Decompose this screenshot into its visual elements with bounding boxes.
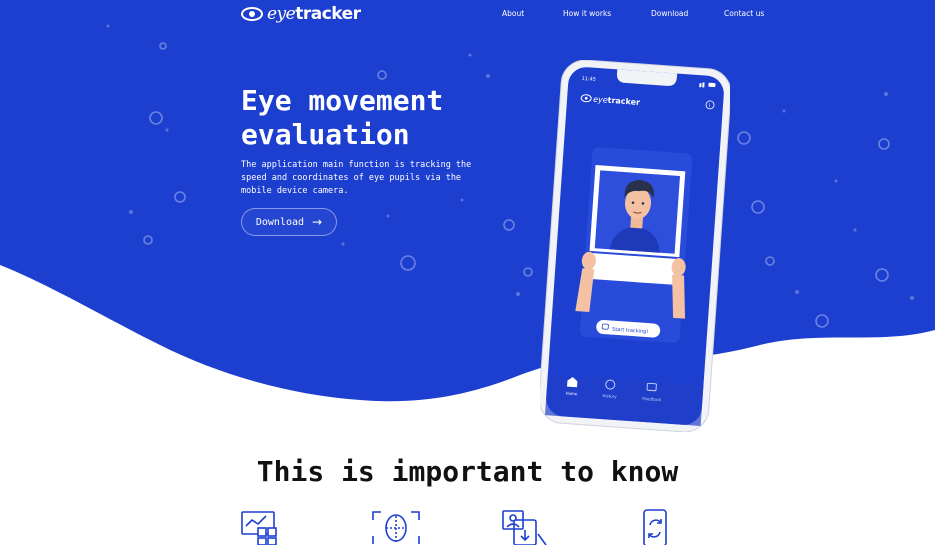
nav-item-how-it-works[interactable]: How it works [563, 9, 611, 18]
hero-title-line-1: Eye movement [241, 84, 444, 117]
nav-item-contact-us[interactable]: Contact us [724, 9, 764, 18]
arrow-right-icon: → [312, 215, 323, 229]
brand-logo[interactable]: eyetracker [241, 4, 361, 24]
eye-logo-icon [241, 7, 263, 21]
phone-mockup: 11:45 eyetracker i Start tracking! Home … [540, 60, 730, 432]
hero-title: Eye movement evaluation [241, 84, 531, 152]
nav-item-about[interactable]: About [502, 9, 524, 18]
phone-refresh-icon [643, 509, 667, 545]
section-title: This is important to know [256, 455, 679, 488]
svg-text:History: History [602, 393, 617, 399]
download-button-label: Download [255, 216, 305, 228]
nav-item-download[interactable]: Download [651, 9, 688, 18]
logo-wordmark: eyetracker [267, 4, 361, 24]
hero-title-line-2: evaluation [241, 118, 410, 151]
feature-icons-row [0, 508, 935, 545]
chart-grid-icon [241, 511, 277, 545]
download-button[interactable]: Download → [241, 208, 337, 236]
hero-description: The application main function is trackin… [241, 160, 472, 196]
photo-download-icon [502, 510, 547, 545]
face-scan-icon [372, 511, 420, 544]
phone-time: 11:45 [581, 76, 596, 83]
svg-text:Home: Home [565, 391, 578, 397]
